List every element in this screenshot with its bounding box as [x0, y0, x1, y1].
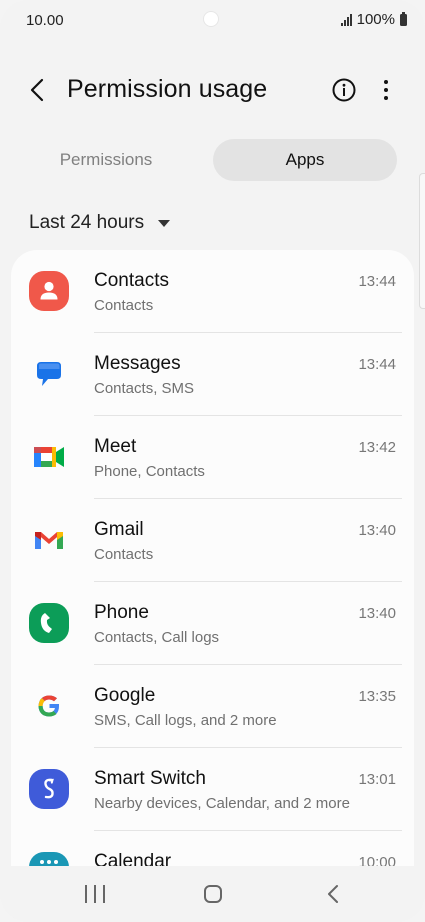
- app-time: 13:35: [358, 688, 396, 705]
- nav-back-icon: [328, 885, 338, 903]
- status-time: 10.00: [26, 12, 64, 29]
- phone-screen: 10.00 100% Permission usage Permissions …: [0, 0, 425, 922]
- list-item-gmail[interactable]: Gmail Contacts 13:40: [11, 499, 414, 582]
- tab-bar: Permissions Apps: [29, 139, 397, 181]
- app-time: 13:40: [358, 522, 396, 539]
- app-time: 13:01: [358, 771, 396, 788]
- list-item-phone[interactable]: Phone Contacts, Call logs 13:40: [11, 582, 414, 665]
- app-name: Meet: [94, 436, 137, 457]
- front-camera: [203, 11, 219, 27]
- app-name: Messages: [94, 353, 181, 374]
- app-time: 13:42: [358, 439, 396, 456]
- app-permissions: Contacts, SMS: [94, 380, 195, 397]
- messages-icon: [37, 362, 61, 386]
- tab-apps[interactable]: Apps: [213, 139, 397, 181]
- time-filter-dropdown[interactable]: Last 24 hours: [29, 208, 171, 238]
- app-permissions: SMS, Call logs, and 2 more: [94, 712, 277, 729]
- battery-percent: 100%: [356, 11, 395, 28]
- page-title: Permission usage: [67, 75, 268, 103]
- meet-icon: [34, 447, 64, 467]
- status-bar: 10.00 100%: [0, 0, 425, 40]
- dropdown-caret-icon: [158, 219, 171, 227]
- app-name: Contacts: [94, 270, 169, 291]
- signal-icon: [340, 13, 352, 26]
- contacts-icon: [29, 271, 69, 311]
- app-time: 13:44: [358, 273, 396, 290]
- app-permissions: Nearby devices, Calendar, and 2 more: [94, 795, 350, 812]
- tab-permissions[interactable]: Permissions: [29, 139, 183, 181]
- list-item-messages[interactable]: Messages Contacts, SMS 13:44: [11, 333, 414, 416]
- info-button[interactable]: [331, 77, 357, 103]
- nav-back-button[interactable]: [324, 884, 344, 904]
- app-permissions: Phone, Contacts: [94, 463, 205, 480]
- list-item-contacts[interactable]: Contacts Contacts 13:44: [11, 250, 414, 333]
- status-right: 100%: [340, 11, 407, 28]
- app-name: Phone: [94, 602, 149, 623]
- app-permissions: Contacts: [94, 546, 154, 563]
- recent-apps-button[interactable]: [85, 885, 105, 903]
- app-name: Google: [94, 685, 156, 706]
- gmail-icon: [35, 532, 63, 549]
- back-button[interactable]: [22, 74, 54, 106]
- list-item-meet[interactable]: Meet Phone, Contacts 13:42: [11, 416, 414, 499]
- list-item-calendar[interactable]: Calendar 10:00: [11, 831, 414, 870]
- home-button[interactable]: [204, 885, 222, 903]
- list-item-google[interactable]: Google SMS, Call logs, and 2 more 13:35: [11, 665, 414, 748]
- list-item-smart-switch[interactable]: Smart Switch Nearby devices, Calendar, a…: [11, 748, 414, 831]
- back-arrow-icon: [30, 78, 44, 102]
- phone-icon: [29, 603, 69, 643]
- smart-switch-icon: [29, 769, 69, 809]
- app-time: 13:44: [358, 356, 396, 373]
- battery-icon: [400, 11, 407, 26]
- app-permissions: Contacts, Call logs: [94, 629, 220, 646]
- navigation-bar: [0, 866, 425, 922]
- app-permissions: Contacts: [94, 297, 154, 314]
- app-list: Contacts Contacts 13:44 Messages Contact…: [11, 250, 414, 870]
- app-name: Gmail: [94, 519, 144, 540]
- app-time: 13:40: [358, 605, 396, 622]
- time-filter-label: Last 24 hours: [29, 212, 145, 233]
- more-vertical-icon: [384, 80, 388, 100]
- google-icon: [38, 695, 59, 717]
- app-header: Permission usage: [0, 60, 425, 120]
- more-options-button[interactable]: [376, 77, 396, 103]
- scroll-indicator[interactable]: [419, 173, 425, 309]
- app-name: Smart Switch: [94, 768, 206, 789]
- info-icon: [332, 78, 356, 102]
